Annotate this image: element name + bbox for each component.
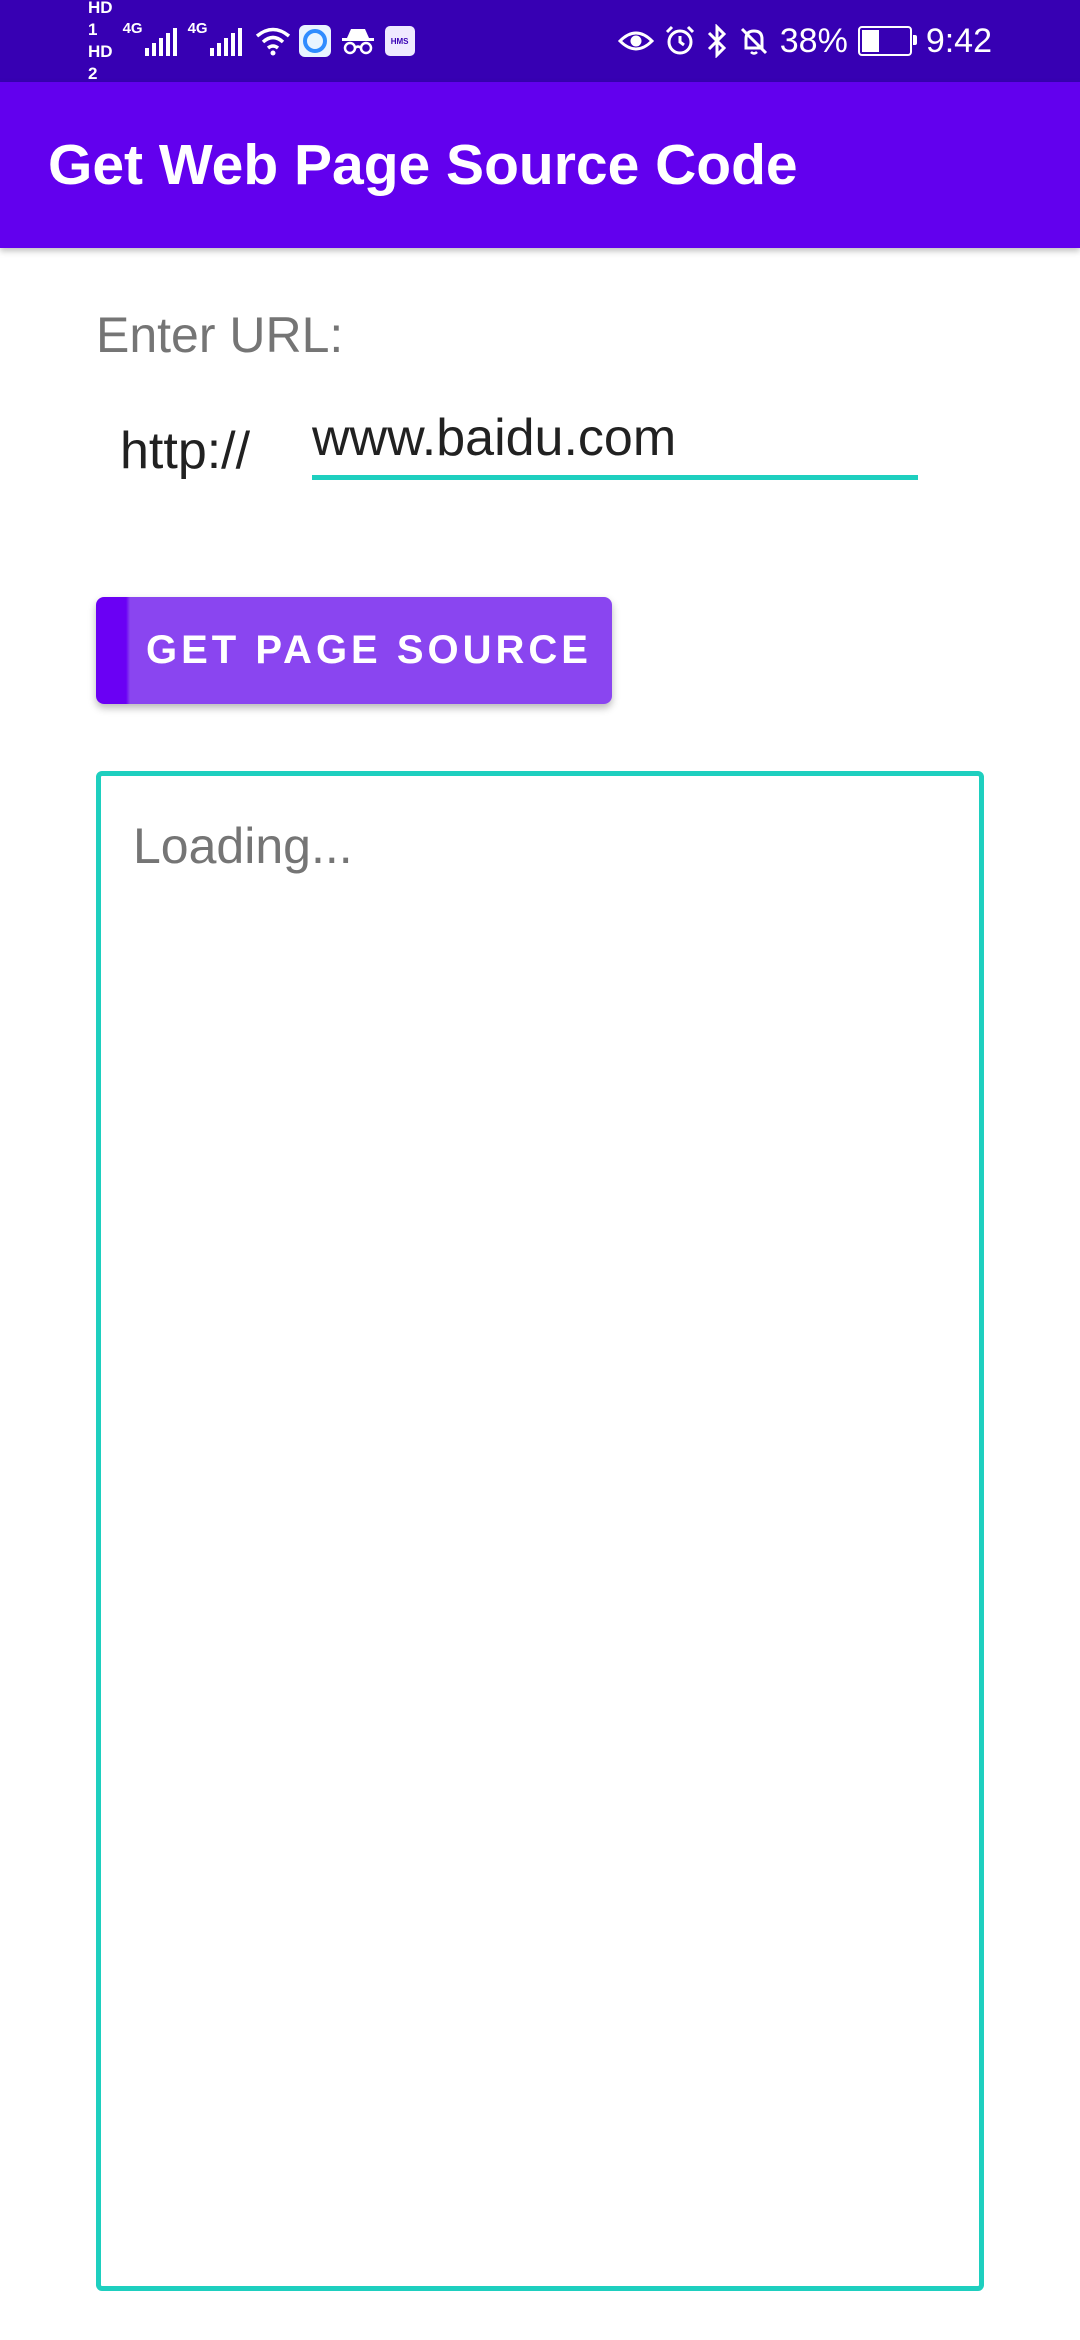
network-type-2: 4G <box>187 20 208 37</box>
app-title: Get Web Page Source Code <box>48 133 798 197</box>
status-bar-left: HD 1 HD 2 4G 4G HMS <box>88 0 415 85</box>
sim1-index: 1 <box>88 20 98 39</box>
battery-percent: 38% <box>779 21 848 60</box>
app-bar: Get Web Page Source Code <box>0 82 1080 248</box>
incognito-icon <box>341 29 374 55</box>
network-type-1: 4G <box>122 20 143 37</box>
sim2-hd-label: HD <box>88 42 113 61</box>
battery-level-fill <box>861 30 880 52</box>
alarm-icon <box>665 25 694 55</box>
page-source-text: Loading... <box>133 818 353 874</box>
sim1-hd-label: HD <box>88 0 113 17</box>
app-badge-icon <box>298 25 331 57</box>
wifi-icon <box>255 27 290 56</box>
hms-icon: HMS <box>384 26 415 56</box>
protocol-prefix: http:// <box>120 422 251 480</box>
eye-icon <box>617 31 654 51</box>
hms-label: HMS <box>390 36 409 46</box>
url-input[interactable] <box>312 400 918 480</box>
signal-icon <box>209 26 245 56</box>
clock: 9:42 <box>925 21 992 60</box>
status-bar-right: 38% 9:42 <box>617 0 992 82</box>
bluetooth-icon <box>707 24 726 58</box>
get-page-source-button[interactable]: GET PAGE SOURCE <box>96 597 612 704</box>
status-bar: HD 1 HD 2 4G 4G HMS 38% 9:42 <box>0 0 1080 85</box>
signal-icon <box>144 26 180 56</box>
mute-icon <box>740 27 767 55</box>
enter-url-label: Enter URL: <box>96 307 344 363</box>
hd-indicator: HD 1 HD 2 <box>88 0 113 85</box>
page-source-output[interactable]: Loading... <box>96 771 984 2291</box>
get-page-source-label: GET PAGE SOURCE <box>146 628 592 672</box>
battery-charging-icon <box>857 26 917 56</box>
